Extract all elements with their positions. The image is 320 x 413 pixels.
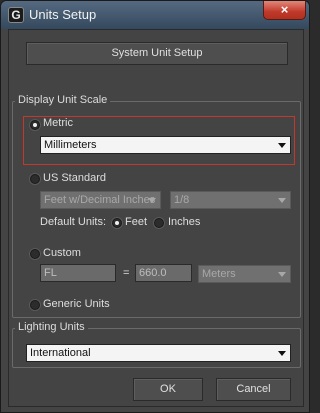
generic-units-radio[interactable] <box>30 300 40 310</box>
metric-unit-select[interactable]: Millimeters <box>40 136 291 154</box>
chevron-down-icon <box>276 192 288 208</box>
us-unit-select[interactable]: Feet w/Decimal Inches <box>40 191 161 209</box>
custom-label[interactable]: Custom <box>43 247 81 259</box>
custom-name-field[interactable]: FL <box>40 264 116 282</box>
custom-radio[interactable] <box>30 249 40 259</box>
chevron-down-icon <box>146 192 158 208</box>
generic-units-label[interactable]: Generic Units <box>43 298 110 310</box>
feet-label[interactable]: Feet <box>125 216 147 228</box>
lighting-units-label: Lighting Units <box>15 321 88 333</box>
us-standard-label[interactable]: US Standard <box>43 172 106 184</box>
lighting-units-value: International <box>30 347 91 359</box>
ok-button[interactable]: OK <box>133 378 203 401</box>
display-unit-scale-label: Display Unit Scale <box>15 94 111 106</box>
cancel-button[interactable]: Cancel <box>216 378 291 401</box>
chevron-down-icon <box>276 266 288 282</box>
app-icon: G <box>8 7 24 23</box>
chevron-down-icon <box>276 345 288 361</box>
close-button[interactable]: × <box>263 1 306 20</box>
us-standard-radio[interactable] <box>30 174 40 184</box>
inches-label[interactable]: Inches <box>168 216 200 228</box>
metric-radio[interactable] <box>30 120 40 130</box>
metric-label[interactable]: Metric <box>43 117 73 129</box>
chevron-down-icon <box>276 137 288 153</box>
dialog-body: System Unit Setup Display Unit Scale Met… <box>8 29 304 407</box>
system-unit-setup-button[interactable]: System Unit Setup <box>26 42 288 65</box>
custom-amount-field[interactable]: 660.0 <box>135 264 192 282</box>
default-units-label: Default Units: <box>40 216 107 228</box>
us-unit-value: Feet w/Decimal Inches <box>44 194 156 206</box>
metric-unit-value: Millimeters <box>44 139 97 151</box>
units-setup-window: G Units Setup × System Unit Setup Displa… <box>0 0 310 413</box>
lighting-units-select[interactable]: International <box>26 344 291 362</box>
inches-radio[interactable] <box>154 218 164 228</box>
us-fraction-select[interactable]: 1/8 <box>170 191 291 209</box>
window-title: Units Setup <box>29 7 97 22</box>
custom-unit-select[interactable]: Meters <box>198 265 291 283</box>
custom-unit-value: Meters <box>202 268 236 280</box>
us-fraction-value: 1/8 <box>174 194 190 206</box>
equals-sign: = <box>123 267 130 279</box>
feet-radio[interactable] <box>112 218 122 228</box>
